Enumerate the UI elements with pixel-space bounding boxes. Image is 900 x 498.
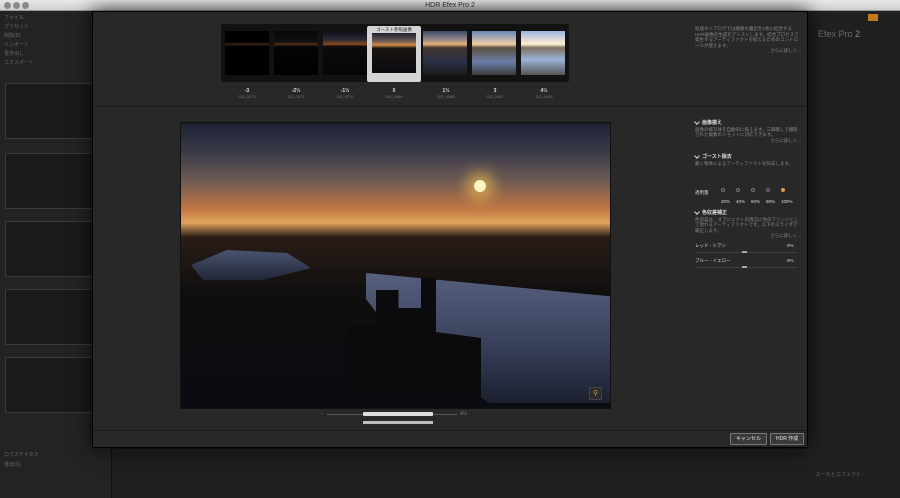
- cancel-button[interactable]: キャンセル: [730, 433, 768, 445]
- bg-bottom-menu-item: ロクステイタス: [4, 452, 39, 458]
- ghost-amount-label: 適用量: [695, 190, 709, 195]
- exposure-thumb[interactable]: [274, 31, 318, 75]
- bg-preset-thumb: [5, 221, 103, 277]
- dialog-divider: [93, 106, 807, 107]
- window-titlebar: HDR Efex Pro 2: [0, 0, 900, 11]
- zoom-max-label: 4⅓: [460, 411, 467, 417]
- exposure-label: 3 DJI_0067: [486, 88, 504, 99]
- intro-text: 処理ダイアログでは複数の露出を1枚に結合するHDR画像の生成をアシストします。結…: [695, 26, 799, 48]
- ghost-amount-value: 20%: [721, 199, 731, 204]
- blue-yellow-value: 0%: [787, 258, 794, 263]
- ghost-title[interactable]: ゴースト除去: [694, 153, 801, 161]
- create-hdr-button[interactable]: HDR 作成: [770, 433, 805, 445]
- selected-thumb-image: [372, 33, 416, 73]
- ghost-amount-radio[interactable]: [721, 188, 725, 192]
- exposure-label: 0 DJI_0069: [385, 88, 403, 99]
- ghost-amount-value: 100%: [781, 199, 793, 204]
- ghost-amount-radio[interactable]: [736, 188, 740, 192]
- blue-yellow-label: ブルー - イエロー: [695, 258, 731, 263]
- ghost-amount-radio-selected[interactable]: [781, 188, 785, 192]
- exposure-thumb-selected[interactable]: ゴースト参照画像: [367, 26, 421, 82]
- bg-menu-item: プリセット: [4, 24, 30, 30]
- ghost-amount-value: 80%: [766, 199, 776, 204]
- hdr-preview-image[interactable]: ⚲: [180, 122, 611, 409]
- check-icon[interactable]: [694, 153, 700, 159]
- background-right-panel: Efex Pro 2 ルールとエフェクト: [808, 11, 900, 498]
- hdr-merge-dialog: ゴースト参照画像 -3 DJI_0073 -2⅓ DJI_0071 -1⅓ DJI_0…: [92, 11, 808, 448]
- exposure-label: -1⅓ DJI_0070: [336, 88, 354, 99]
- bg-preset-thumb: [5, 83, 103, 139]
- bg-preset-thumb: [5, 289, 103, 345]
- ghost-amount-value: 60%: [751, 199, 761, 204]
- align-title[interactable]: 画像揃え: [694, 119, 801, 127]
- align-text: 画像の被写体を自動的に揃えます。三脚無しで撮影された複数のショットに対応できます…: [695, 126, 798, 138]
- check-icon[interactable]: [694, 119, 700, 125]
- exposure-thumb[interactable]: [423, 31, 467, 75]
- preview-water-left: [191, 250, 311, 280]
- exposure-thumb[interactable]: [521, 31, 565, 75]
- chromatic-more-link[interactable]: さらに詳しく...: [695, 233, 801, 239]
- intro-more-link[interactable]: さらに詳しく...: [695, 48, 801, 54]
- bg-preset-thumb: [5, 357, 103, 413]
- bg-badge: [868, 14, 878, 21]
- zoom-min-label: -: [321, 411, 323, 417]
- zoom-slider-range[interactable]: [363, 421, 433, 424]
- red-cyan-label: レッド - シアン: [695, 243, 726, 248]
- window-title: HDR Efex Pro 2: [425, 2, 475, 9]
- intro-section: 処理ダイアログでは複数の露出を1枚に結合するHDR画像の生成をアシストします。結…: [695, 26, 801, 54]
- bg-preset-thumb: [5, 153, 103, 209]
- align-section: 画像揃え 画像の被写体を自動的に揃えます。三脚無しで撮影された複数のショットに対…: [694, 119, 801, 144]
- red-cyan-slider-handle[interactable]: [742, 251, 747, 253]
- bg-bottom-menu-item: 書出(S): [4, 462, 21, 468]
- zoom-slider-handle[interactable]: [363, 412, 433, 416]
- ghost-amount-value: 40%: [736, 199, 746, 204]
- red-cyan-value: 0%: [787, 243, 794, 248]
- exposure-label: -3 DJI_0073: [238, 88, 256, 99]
- ghost-section: ゴースト除去 動く物体によるアーティファクトを除去します。: [694, 153, 801, 166]
- ghost-text: 動く物体によるアーティファクトを除去します。: [695, 160, 793, 166]
- chromatic-title[interactable]: 色収差補正: [694, 209, 801, 217]
- bg-menu-item: インポート: [4, 42, 30, 48]
- bg-bottom-right-label: ルールとエフェクト: [816, 472, 862, 478]
- chromatic-text: 色収差は、オブジェクトの周辺に色のフリンジとして現れるアーティファクトです。以下…: [695, 216, 799, 233]
- align-more-link[interactable]: さらに詳しく...: [695, 138, 801, 144]
- exposure-filmstrip: ゴースト参照画像: [221, 24, 569, 82]
- check-icon[interactable]: [694, 209, 700, 215]
- ghost-reference-caption: ゴースト参照画像: [376, 27, 412, 32]
- bg-menu-item: ファイル: [4, 15, 25, 21]
- exposure-thumb[interactable]: [225, 31, 269, 75]
- bg-brand: Efex Pro 2: [818, 29, 861, 39]
- exposure-thumb[interactable]: [472, 31, 516, 75]
- bg-menu-item: 削除(D): [4, 33, 21, 39]
- exposure-label: 1⅓ DJI_0068: [437, 88, 455, 99]
- exposure-thumb[interactable]: [323, 31, 367, 75]
- preview-sun: [474, 180, 486, 192]
- ghost-amount-radio[interactable]: [766, 188, 770, 192]
- background-bottom-bar: [112, 450, 808, 498]
- exposure-label: -2⅓ DJI_0071: [287, 88, 305, 99]
- exposure-label: 4⅓ DJI_0066: [535, 88, 553, 99]
- bg-menu-item: エクスポート: [4, 60, 34, 66]
- dialog-footer-divider: [93, 430, 807, 431]
- chromatic-section: 色収差補正 色収差は、オブジェクトの周辺に色のフリンジとして現れるアーティファク…: [694, 209, 801, 239]
- blue-yellow-slider-handle[interactable]: [742, 266, 747, 268]
- bg-menu-item: 書き出し: [4, 51, 25, 57]
- ghost-amount-radio[interactable]: [751, 188, 755, 192]
- magnifier-icon[interactable]: ⚲: [589, 387, 602, 400]
